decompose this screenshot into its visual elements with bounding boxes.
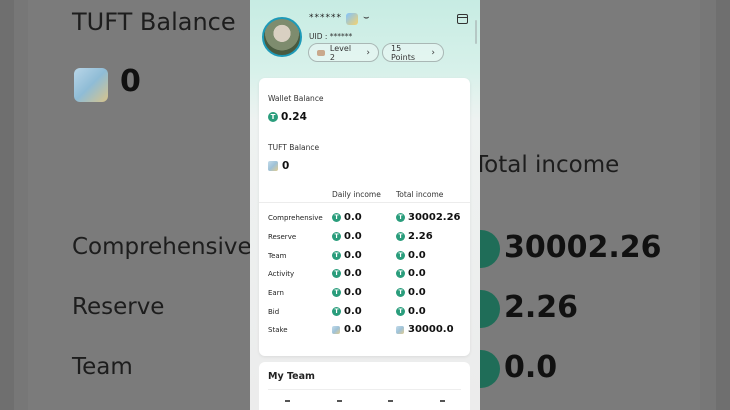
level-label: Level 2 xyxy=(329,43,352,62)
tuft-balance-label: TUFT Balance xyxy=(268,143,320,152)
income-row: Reserve T 0.0 T 2.26 xyxy=(259,229,470,245)
my-team-title: My Team xyxy=(268,371,315,382)
stat-dash xyxy=(285,400,290,402)
chevron-right-icon: › xyxy=(431,47,435,58)
balance-card: Wallet Balance T 0.24 TUFT Balance 0 Dai… xyxy=(259,78,470,356)
income-row: Comprehensive T 0.0 T 30002.26 xyxy=(259,210,470,226)
income-row-label: Comprehensive xyxy=(268,214,323,222)
tcoin-icon: T xyxy=(332,307,341,316)
stat-dash xyxy=(388,400,394,402)
total-value: T 0.0 xyxy=(396,306,426,317)
wallet-balance-label: Wallet Balance xyxy=(268,94,324,103)
divider xyxy=(268,389,461,390)
total-value: 30000.0 xyxy=(396,324,454,335)
daily-value: T 0.0 xyxy=(332,212,362,223)
income-row-label: Reserve xyxy=(268,233,297,241)
income-row-label: Team xyxy=(268,252,287,260)
income-row-label: Bid xyxy=(268,308,280,316)
backdrop-tuft-value: 0 xyxy=(120,64,141,99)
divider xyxy=(259,202,470,203)
income-row: Team T 0.0 T 0.0 xyxy=(259,248,470,264)
level-icon xyxy=(317,49,325,56)
total-value: T 30002.26 xyxy=(396,212,461,223)
avatar[interactable] xyxy=(262,17,302,57)
tcoin-icon: T xyxy=(268,112,278,122)
stat-dash xyxy=(439,400,445,402)
tcoin-icon: T xyxy=(396,251,405,260)
backdrop-right: Total income 30002.26 2.26 0.0 xyxy=(480,0,716,410)
total-value: T 0.0 xyxy=(396,250,426,261)
backdrop-row-team: Team xyxy=(72,354,133,380)
backdrop-left: TUFT Balance 0 Comprehensive Reserve Tea… xyxy=(14,0,250,410)
col-total-income: Total income xyxy=(396,190,444,199)
income-row: Earn T 0.0 T 0.0 xyxy=(259,285,470,301)
tcoin-icon: T xyxy=(332,288,341,297)
backdrop-tcoin-icon xyxy=(480,230,500,268)
level-button[interactable]: Level 2 › xyxy=(308,43,379,62)
daily-value: T 0.0 xyxy=(332,306,362,317)
backdrop-tcoin-icon xyxy=(480,350,500,388)
backdrop-tcoin-icon xyxy=(480,290,500,328)
total-value: T 0.0 xyxy=(396,287,426,298)
points-button[interactable]: 15 Points › xyxy=(382,43,444,62)
daily-value: T 0.0 xyxy=(332,231,362,242)
backdrop-row-comprehensive: Comprehensive xyxy=(72,234,250,260)
tcoin-icon: T xyxy=(332,213,341,222)
income-row: Activity T 0.0 T 0.0 xyxy=(259,266,470,282)
tcoin-icon: T xyxy=(332,251,341,260)
tuft-cube-icon xyxy=(268,161,278,171)
username: ****** xyxy=(309,13,342,23)
income-row-label: Activity xyxy=(268,270,295,278)
daily-value: T 0.0 xyxy=(332,250,362,261)
backdrop-total-1: 30002.26 xyxy=(504,230,662,265)
chevron-right-icon: › xyxy=(366,47,370,58)
tuft-cube-icon xyxy=(396,325,404,334)
calendar-icon[interactable] xyxy=(457,14,468,24)
points-label: 15 Points xyxy=(391,43,416,62)
income-row-label: Stake xyxy=(268,326,288,334)
income-row: Bid T 0.0 T 0.0 xyxy=(259,304,470,320)
tcoin-icon: T xyxy=(396,232,405,241)
tcoin-icon: T xyxy=(332,269,341,278)
tcoin-icon: T xyxy=(396,213,405,222)
backdrop-total-3: 0.0 xyxy=(504,350,558,385)
tuft-balance-value: 0 xyxy=(268,160,289,172)
wallet-balance-amount: 0.24 xyxy=(281,111,307,123)
daily-value: T 0.0 xyxy=(332,268,362,279)
eye-closed-icon[interactable]: ⌣ xyxy=(363,12,370,23)
daily-value: T 0.0 xyxy=(332,287,362,298)
team-stats-row xyxy=(285,400,445,402)
backdrop-row-reserve: Reserve xyxy=(72,294,165,320)
my-team-card[interactable]: My Team xyxy=(259,362,470,410)
tcoin-icon: T xyxy=(396,269,405,278)
income-row: Stake 0.0 30000.0 xyxy=(259,322,470,338)
col-daily-income: Daily income xyxy=(332,190,381,199)
backdrop-cube-icon xyxy=(74,68,108,102)
uid-label: UID : ****** xyxy=(309,32,353,41)
tuft-cube-icon xyxy=(332,325,340,334)
scrollbar[interactable] xyxy=(475,20,477,44)
tcoin-icon: T xyxy=(332,232,341,241)
backdrop-tuft-title: TUFT Balance xyxy=(72,8,236,36)
tcoin-icon: T xyxy=(396,307,405,316)
total-value: T 0.0 xyxy=(396,268,426,279)
wallet-balance-value: T 0.24 xyxy=(268,111,307,123)
vip-badge-icon xyxy=(346,13,358,25)
total-value: T 2.26 xyxy=(396,231,433,242)
backdrop-total-income: Total income xyxy=(480,152,620,178)
tcoin-icon: T xyxy=(396,288,405,297)
income-row-label: Earn xyxy=(268,289,284,297)
daily-value: 0.0 xyxy=(332,324,362,335)
phone-screen: ****** ⌣ UID : ****** Level 2 › 15 Point… xyxy=(250,0,480,410)
tuft-balance-amount: 0 xyxy=(282,160,290,172)
stat-dash xyxy=(336,400,342,402)
backdrop-total-2: 2.26 xyxy=(504,290,579,325)
